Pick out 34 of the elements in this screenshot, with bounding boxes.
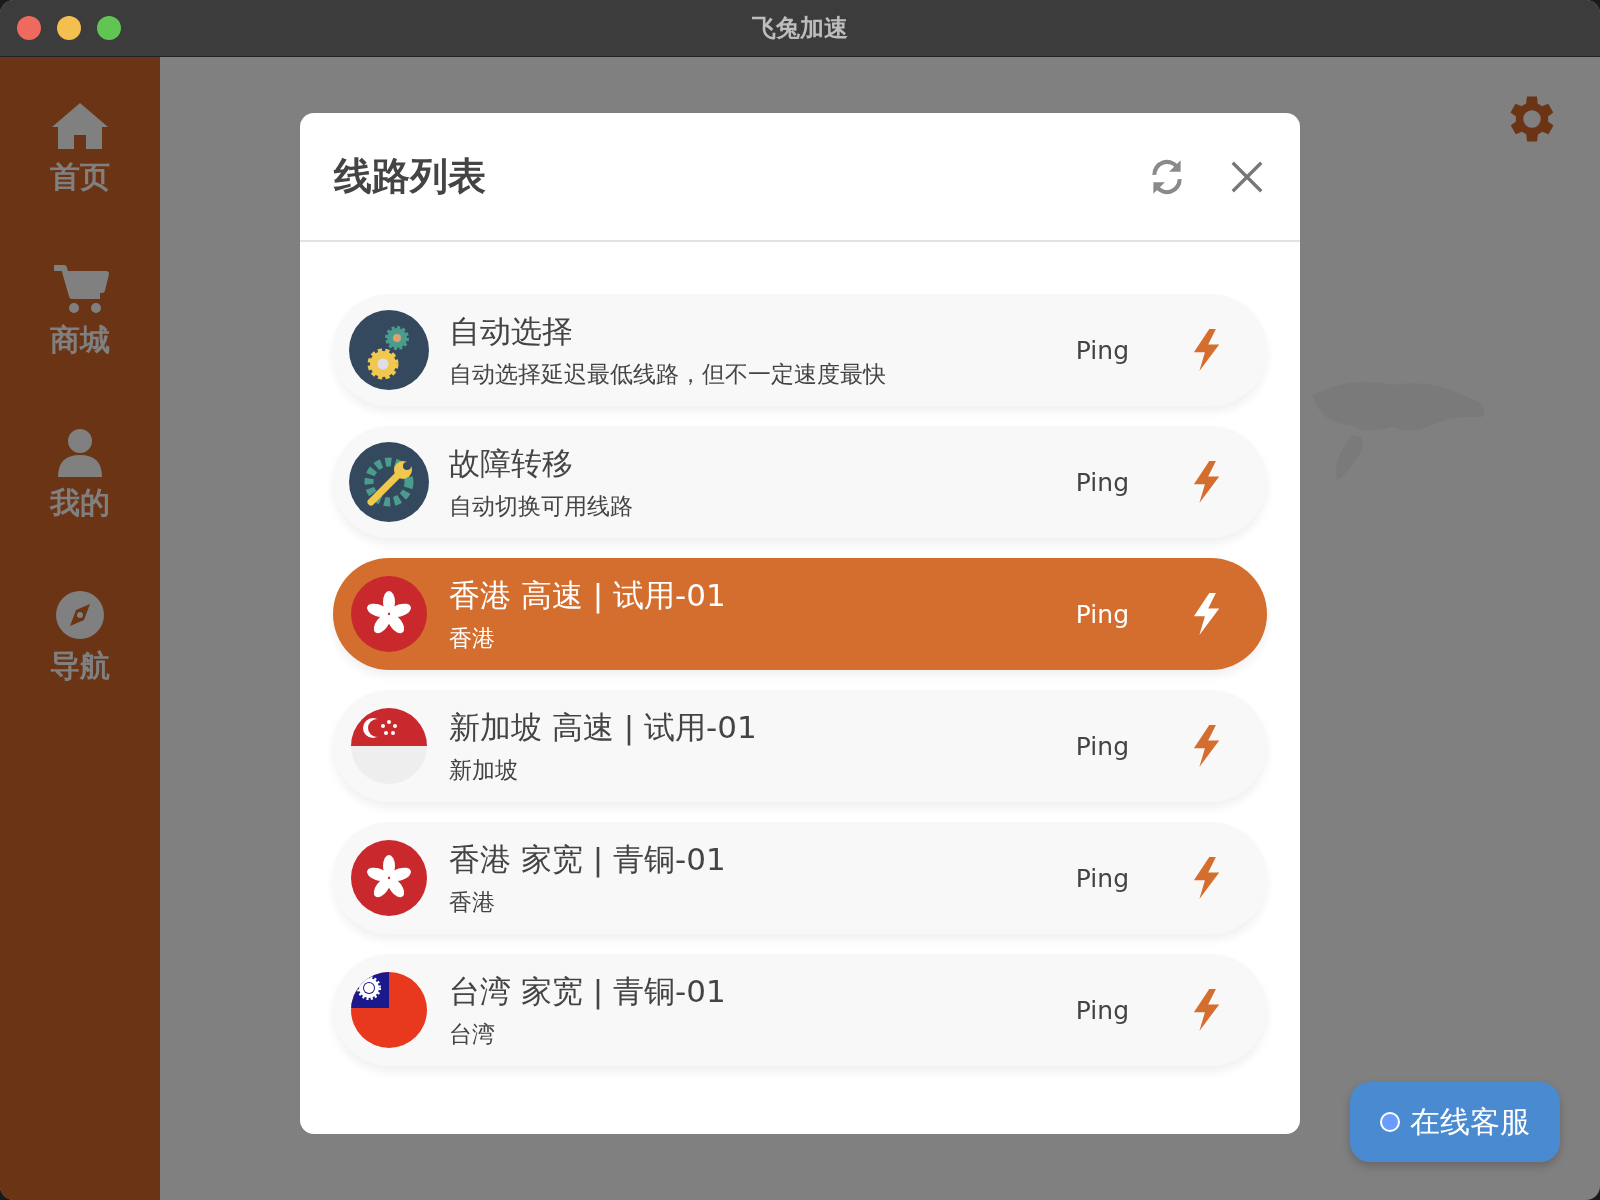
- route-name: 香港 家宽 | 青铜-01: [449, 839, 727, 880]
- wrench-gear-icon: [349, 442, 429, 522]
- route-name: 故障转移: [449, 443, 574, 483]
- ping-button[interactable]: Ping: [1075, 467, 1129, 497]
- route-region: 香港: [449, 623, 496, 653]
- flower-flag-icon: [349, 838, 429, 918]
- route-region: 台湾: [449, 1019, 496, 1049]
- ping-button[interactable]: Ping: [1075, 995, 1129, 1025]
- route-name: 新加坡 高速 | 试用-01: [449, 707, 758, 748]
- window-title: 飞兔加速: [751, 13, 849, 44]
- close-window-button[interactable]: [17, 16, 41, 40]
- route-item[interactable]: 台湾 家宽 | 青铜-01 台湾 Ping: [333, 954, 1267, 1066]
- route-name: 香港 高速 | 试用-01: [449, 575, 727, 616]
- dialog-title: 线路列表: [334, 153, 487, 200]
- route-region: 新加坡: [449, 755, 519, 785]
- route-name: 自动选择: [449, 311, 574, 351]
- crescent-flag-icon: [349, 706, 429, 786]
- ping-button[interactable]: Ping: [1075, 335, 1129, 365]
- zoom-window-button[interactable]: [97, 16, 121, 40]
- route-region: 香港: [449, 887, 496, 917]
- route-item[interactable]: 香港 家宽 | 青铜-01 香港 Ping: [333, 822, 1267, 934]
- route-item[interactable]: 故障转移 自动切换可用线路 Ping: [333, 426, 1267, 538]
- route-region: 自动选择延迟最低线路，但不一定速度最快: [449, 359, 887, 389]
- home-icon: [50, 101, 110, 151]
- minimize-window-button[interactable]: [57, 16, 81, 40]
- ping-button[interactable]: Ping: [1075, 863, 1129, 893]
- gears-icon: [349, 310, 429, 390]
- ping-button[interactable]: Ping: [1075, 731, 1129, 761]
- route-item[interactable]: 自动选择 自动选择延迟最低线路，但不一定速度最快 Ping: [333, 294, 1267, 406]
- route-name: 台湾 家宽 | 青铜-01: [449, 971, 727, 1012]
- flower-flag-icon: [349, 574, 429, 654]
- route-item[interactable]: 新加坡 高速 | 试用-01 新加坡 Ping: [333, 690, 1267, 802]
- support-button[interactable]: 在线客服: [1350, 1082, 1560, 1162]
- route-region: 自动切换可用线路: [449, 491, 634, 521]
